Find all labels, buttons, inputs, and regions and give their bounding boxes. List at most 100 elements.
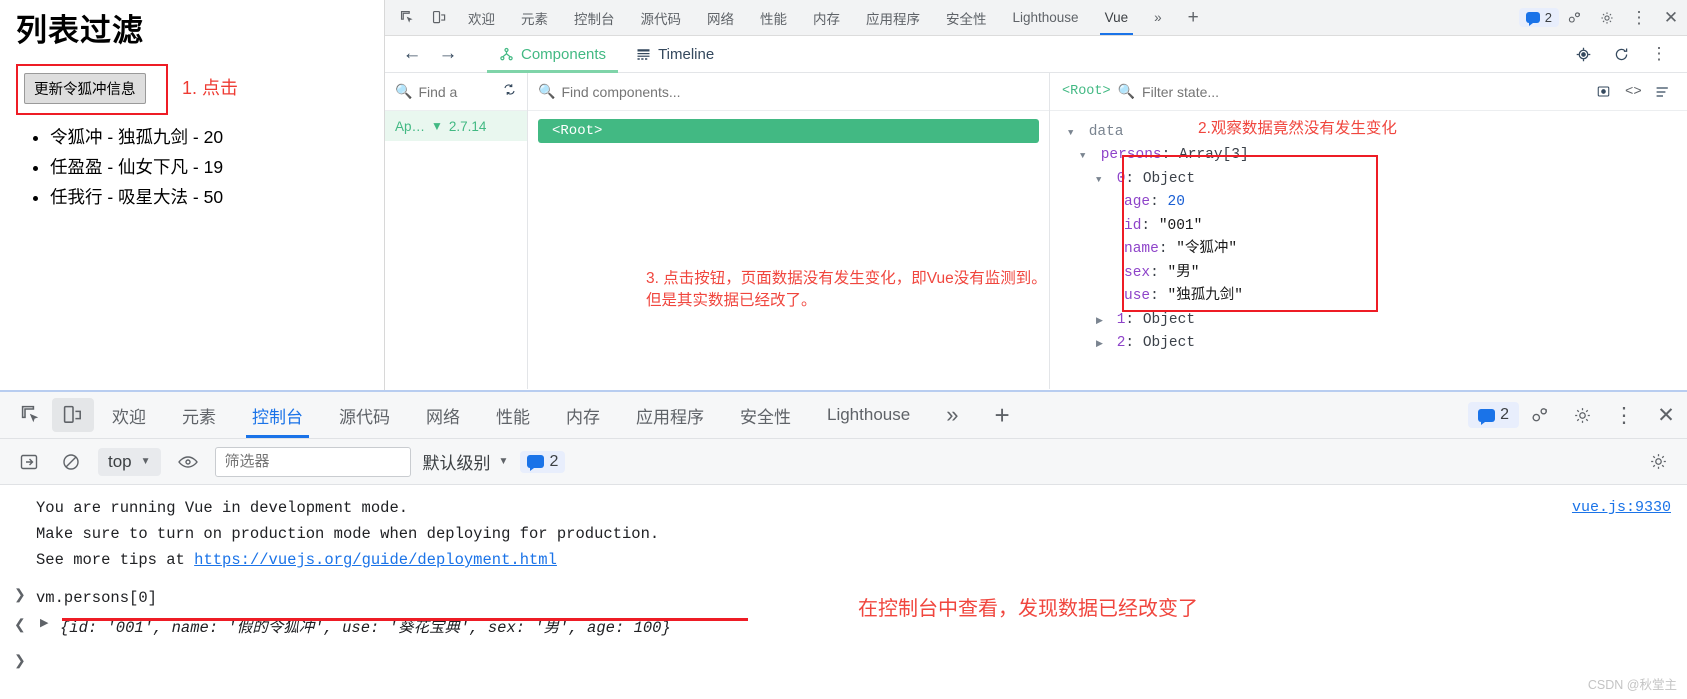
refresh-apps-icon[interactable] [502,82,517,101]
live-expression-icon[interactable] [173,448,203,476]
devtools-top-tabbar: 欢迎 元素 控制台 源代码 网络 性能 内存 应用程序 安全性 Lighthou… [385,0,1687,36]
gear-icon[interactable] [1591,4,1623,32]
annotation-3-line2: 但是其实数据已经改了。 [646,292,817,310]
refresh-icon[interactable] [1605,40,1637,68]
more-options-icon[interactable]: ⋮ [1623,4,1655,32]
issues-badge[interactable]: 2 [1518,8,1559,27]
customize-devices-icon[interactable] [1519,397,1561,433]
tab-console[interactable]: 控制台 [561,1,628,35]
deployment-docs-link[interactable]: https://vuejs.org/guide/deployment.html [194,551,557,569]
chevron-down-icon[interactable] [1080,149,1092,164]
tab-vue[interactable]: Vue [1092,1,1142,35]
tree-value: Array[3] [1179,147,1249,164]
select-component-target-icon[interactable] [1567,40,1599,68]
console-message-text: Make sure to turn on production mode whe… [36,525,660,544]
close-devtools-icon[interactable]: ✕ [1645,397,1687,433]
tab-application[interactable]: 应用程序 [853,1,933,35]
state-options-icon[interactable] [1652,78,1675,106]
inspect-element-icon[interactable] [10,398,52,432]
console-settings-gear-icon[interactable] [1643,448,1673,476]
tab-memory[interactable]: 内存 [548,393,618,438]
console-message-prefix: See more tips at [36,551,195,570]
gear-icon[interactable] [1561,397,1603,433]
tab-welcome[interactable]: 欢迎 [455,1,508,35]
inspect-dom-icon[interactable] [1592,78,1615,106]
tab-performance[interactable]: 性能 [747,1,800,35]
list-item: 任我行 - 吸星大法 - 50 [50,182,368,212]
tree-key: age [1124,194,1151,211]
tree-key: use [1124,288,1151,305]
console-result-text: {id: '001', name: '假的令狐冲', use: '葵花宝典', … [60,619,671,638]
tab-security[interactable]: 安全性 [933,1,1000,35]
more-tabs-icon[interactable]: » [1141,1,1175,35]
tree-value: Object [1142,311,1196,328]
component-search-input[interactable] [561,83,1039,100]
chevron-right-icon[interactable]: ▶ [40,616,48,633]
tab-network[interactable]: 网络 [408,393,478,438]
tree-row[interactable]: 2: Object [1068,332,1687,355]
page-title: 列表过滤 [16,13,144,48]
device-toolbar-icon[interactable] [423,5,455,31]
vue-more-options-icon[interactable]: ⋮ [1643,40,1675,68]
tree-row[interactable]: 1: Object [1068,309,1687,332]
tab-network[interactable]: 网络 [694,1,747,35]
console-message-text: You are running Vue in development mode. [36,499,409,517]
vue-tab-components[interactable]: Components [487,36,619,73]
vue-tab-components-label: Components [521,45,607,63]
console-prompt-line[interactable]: ❯ [0,651,1687,670]
console-filter-input[interactable] [214,446,411,477]
tab-console[interactable]: 控制台 [234,393,321,438]
annotation-red-underline [62,618,748,621]
forward-arrow-icon[interactable]: → [433,41,463,67]
tree-key: name [1124,241,1159,258]
tab-sources[interactable]: 源代码 [321,393,408,438]
console-sidebar-toggle-icon[interactable] [14,448,44,476]
app-search-input[interactable] [418,83,496,100]
close-devtools-icon[interactable]: ✕ [1655,4,1687,32]
tree-value: Object [1142,335,1196,352]
console-output: You are running Vue in development mode.… [0,485,1687,699]
update-linghuchong-button[interactable]: 更新令狐冲信息 [24,73,146,105]
console-source-link[interactable]: vue.js:9330 [1572,496,1671,519]
add-panel-icon[interactable]: + [976,393,1027,438]
tab-lighthouse[interactable]: Lighthouse [1000,1,1092,35]
chevron-down-icon[interactable] [1068,126,1080,141]
tree-row[interactable]: persons: Array[3] [1068,144,1687,167]
more-tabs-icon[interactable]: » [928,393,976,438]
vue-tab-timeline[interactable]: Timeline [624,36,726,72]
issues-badge[interactable]: 2 [1468,402,1519,428]
add-panel-icon[interactable]: + [1175,1,1212,35]
chevron-right-icon[interactable] [1096,337,1108,352]
component-node-root[interactable]: <Root> [538,119,1039,143]
log-level-selector[interactable]: 默认级别 ▼ [423,449,509,474]
tab-application[interactable]: 应用程序 [618,393,722,438]
tab-memory[interactable]: 内存 [800,1,853,35]
screenshot-root: 列表过滤 更新令狐冲信息 1. 点击 令狐冲 - 独孤九剑 - 20 任盈盈 -… [0,0,1687,699]
chevron-right-icon[interactable] [1096,314,1108,329]
inspect-element-icon[interactable] [391,5,423,31]
watermark: CSDN @秋堂主 [1587,678,1677,692]
tab-welcome[interactable]: 欢迎 [94,393,164,438]
chevron-down-icon[interactable] [1096,173,1108,188]
issues-count: 2 [1500,406,1509,423]
more-options-icon[interactable]: ⋮ [1603,397,1645,433]
tab-performance[interactable]: 性能 [478,393,548,438]
tab-sources[interactable]: 源代码 [628,1,695,35]
console-issues-badge[interactable]: 2 [520,450,566,473]
open-in-editor-icon[interactable]: <> [1622,78,1645,106]
tab-lighthouse[interactable]: Lighthouse [809,393,928,438]
console-filter-bar: top ▼ 默认级别 ▼ 2 [0,439,1687,485]
tab-security[interactable]: 安全性 [722,393,809,438]
execution-context-selector[interactable]: top ▼ [98,447,161,476]
state-filter-input[interactable] [1142,83,1585,100]
device-toolbar-icon[interactable] [52,398,94,432]
back-arrow-icon[interactable]: ← [397,41,427,67]
clear-console-icon[interactable] [56,448,86,476]
tree-value: "001" [1158,217,1203,234]
tab-elements[interactable]: 元素 [164,393,234,438]
state-group-label: data [1088,124,1124,140]
tree-row[interactable]: 0: Object [1068,168,1687,191]
tab-elements[interactable]: 元素 [508,1,561,35]
customize-devices-icon[interactable] [1559,4,1591,32]
app-item-root[interactable]: Ap… ▼ 2.7.14 [385,111,527,141]
